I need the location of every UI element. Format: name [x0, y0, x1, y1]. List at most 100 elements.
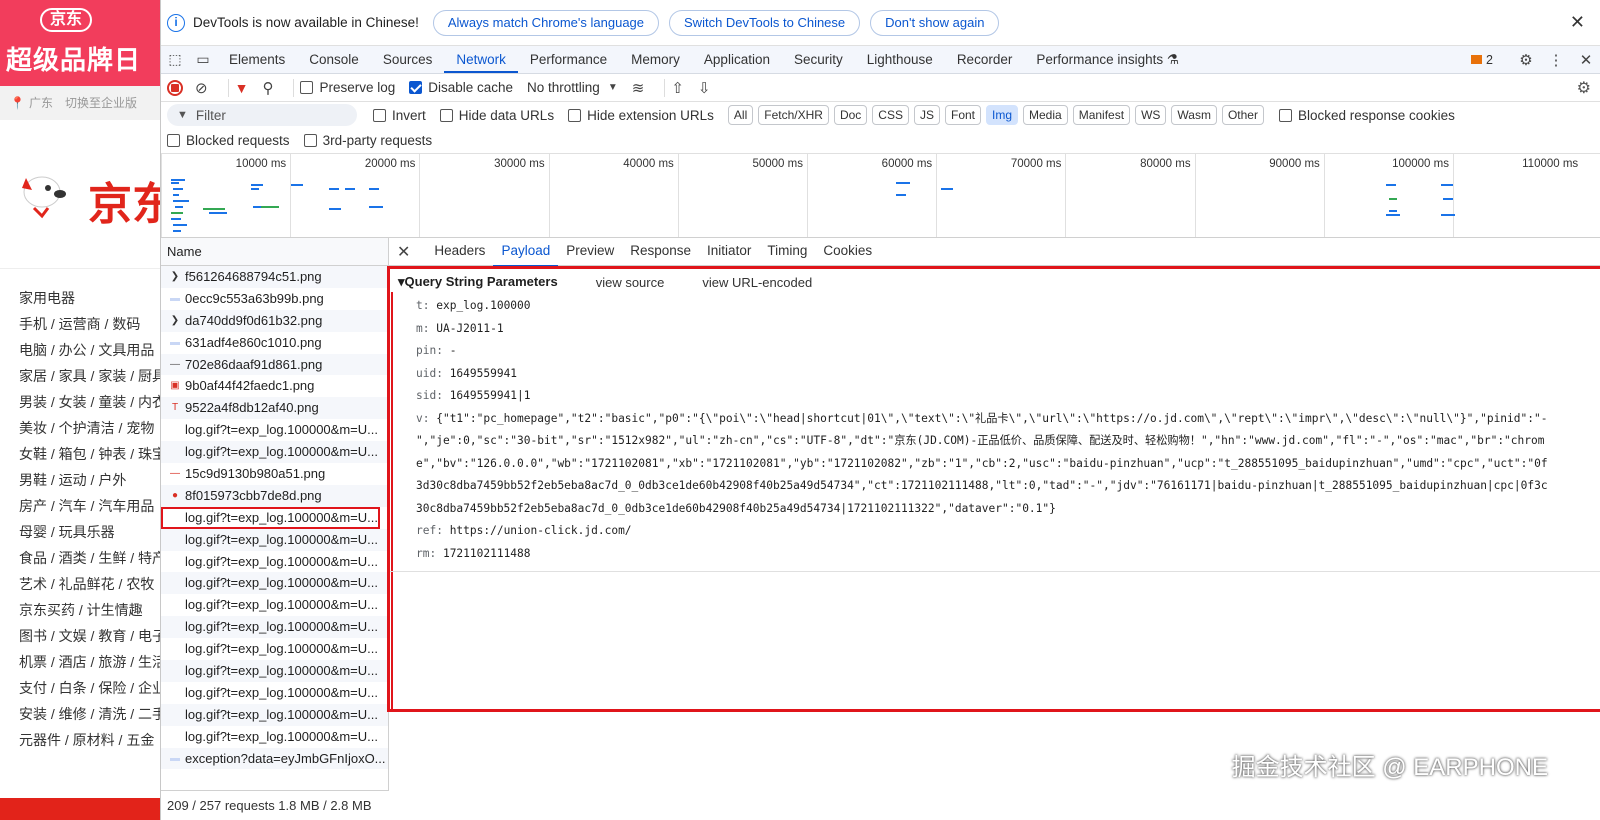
device-toolbar-icon[interactable]: ▭: [189, 46, 217, 73]
category-link[interactable]: 安装 / 维修 / 清洗 / 二手: [19, 701, 160, 727]
request-row[interactable]: log.gif?t=exp_log.100000&m=U...: [161, 528, 388, 551]
filter-chip-manifest[interactable]: Manifest: [1072, 105, 1131, 125]
disable-cache-checkbox[interactable]: Disable cache: [409, 80, 513, 95]
inspect-element-icon[interactable]: ⬚: [161, 46, 189, 73]
filter-chip-media[interactable]: Media: [1023, 105, 1068, 125]
detail-tab-timing[interactable]: Timing: [759, 237, 815, 267]
detail-tab-initiator[interactable]: Initiator: [699, 237, 759, 267]
tab-lighthouse[interactable]: Lighthouse: [855, 46, 945, 73]
filter-chip-css[interactable]: CSS: [872, 105, 909, 125]
enterprise-switch[interactable]: 切换至企业版: [65, 96, 137, 110]
detail-tab-preview[interactable]: Preview: [558, 237, 622, 267]
category-link[interactable]: 房产 / 汽车 / 汽车用品: [19, 493, 160, 519]
jd-banner[interactable]: 京东 超级品牌日: [0, 0, 160, 86]
request-row[interactable]: log.gif?t=exp_log.100000&m=U...: [161, 726, 388, 748]
detail-tab-response[interactable]: Response: [622, 237, 699, 267]
issues-badge[interactable]: 2: [1471, 53, 1493, 67]
dont-show-again-button[interactable]: Don't show again: [870, 9, 1000, 36]
jd-logo[interactable]: 京东: [0, 150, 160, 230]
more-menu-icon[interactable]: ⋮: [1541, 51, 1571, 69]
request-row[interactable]: log.gif?t=exp_log.100000&m=U...: [161, 616, 388, 639]
network-conditions-icon[interactable]: ≋: [632, 79, 645, 97]
tab-performance-insights[interactable]: Performance insights ⚗: [1024, 46, 1191, 73]
request-row[interactable]: log.gif?t=exp_log.100000&m=U...: [161, 660, 388, 682]
close-devtools-icon[interactable]: ✕: [1571, 51, 1600, 69]
request-row[interactable]: log.gif?t=exp_log.100000&m=U...: [161, 441, 388, 464]
hide-data-urls-checkbox[interactable]: Hide data URLs: [439, 108, 554, 123]
category-link[interactable]: 图书 / 文娱 / 教育 / 电子书: [19, 623, 160, 649]
tab-application[interactable]: Application: [692, 46, 782, 73]
switch-chinese-button[interactable]: Switch DevTools to Chinese: [669, 9, 861, 36]
search-icon[interactable]: ⚲: [262, 79, 273, 97]
category-link[interactable]: 家用电器: [19, 285, 160, 311]
category-link[interactable]: 母婴 / 玩具乐器: [19, 519, 160, 545]
request-row[interactable]: — 702e86daaf91d861.png: [161, 353, 388, 376]
category-link[interactable]: 男鞋 / 运动 / 户外: [19, 467, 160, 493]
tab-recorder[interactable]: Recorder: [945, 46, 1025, 73]
request-row[interactable]: ❯ da740dd9f0d61b32.png: [161, 309, 388, 332]
export-har-icon[interactable]: ⇩: [698, 79, 711, 97]
request-row[interactable]: T 9522a4f8db12af40.png: [161, 397, 388, 420]
request-row[interactable]: log.gif?t=exp_log.100000&m=U...: [161, 572, 388, 595]
tab-sources[interactable]: Sources: [371, 46, 445, 73]
blocked-cookies-checkbox[interactable]: Blocked response cookies: [1278, 108, 1455, 123]
hide-extension-urls-checkbox[interactable]: Hide extension URLs: [568, 108, 714, 123]
category-link[interactable]: 支付 / 白条 / 保险 / 企业: [19, 675, 160, 701]
filter-chip-doc[interactable]: Doc: [833, 105, 868, 125]
query-string-header[interactable]: ▾Query String Parameters view source vie…: [390, 269, 1600, 295]
record-stop-icon[interactable]: [167, 79, 183, 96]
match-language-button[interactable]: Always match Chrome's language: [432, 9, 660, 36]
tab-console[interactable]: Console: [297, 46, 371, 73]
filter-input[interactable]: ▼ Filter: [167, 104, 357, 126]
request-row[interactable]: ▬ 0ecc9c553a63b99b.png: [161, 288, 388, 310]
category-link[interactable]: 家居 / 家具 / 家装 / 厨具: [19, 363, 160, 389]
request-row[interactable]: ● 8f015973cbb7de8d.png: [161, 484, 388, 507]
category-link[interactable]: 电脑 / 办公 / 文具用品: [19, 337, 160, 363]
view-url-encoded-link[interactable]: view URL-encoded: [702, 275, 812, 290]
import-har-icon[interactable]: ⇧: [671, 79, 684, 97]
throttling-select[interactable]: No throttling: [527, 80, 600, 95]
category-link[interactable]: 女鞋 / 箱包 / 钟表 / 珠宝: [19, 441, 160, 467]
request-row[interactable]: log.gif?t=exp_log.100000&m=U...: [161, 551, 388, 573]
filter-chip-all[interactable]: All: [727, 105, 754, 125]
detail-tab-headers[interactable]: Headers: [426, 237, 493, 267]
request-row[interactable]: log.gif?t=exp_log.100000&m=U...: [161, 638, 388, 660]
category-link[interactable]: 元器件 / 原材料 / 五金: [19, 727, 160, 753]
clear-icon[interactable]: ⊘: [195, 79, 208, 97]
request-row[interactable]: ▬ exception?data=eyJmbGFnIjoxO...: [161, 747, 388, 770]
request-row[interactable]: ▣ 9b0af44f42faedc1.png: [161, 375, 388, 397]
category-link[interactable]: 艺术 / 礼品鲜花 / 农牧: [19, 571, 160, 597]
category-link[interactable]: 京东买药 / 计生情趣: [19, 597, 160, 623]
category-link[interactable]: 机票 / 酒店 / 旅游 / 生活: [19, 649, 160, 675]
filter-chip-img[interactable]: Img: [986, 105, 1019, 125]
request-row[interactable]: — 15c9d9130b980a51.png: [161, 463, 388, 485]
category-link[interactable]: 男装 / 女装 / 童装 / 内衣: [19, 389, 160, 415]
category-link[interactable]: 食品 / 酒类 / 生鲜 / 特产: [19, 545, 160, 571]
filter-chip-other[interactable]: Other: [1221, 105, 1264, 125]
settings-gear-icon[interactable]: ⚙: [1511, 51, 1541, 69]
category-link[interactable]: 美妆 / 个护清洁 / 宠物: [19, 415, 160, 441]
filter-chip-js[interactable]: JS: [913, 105, 940, 125]
filter-chip-font[interactable]: Font: [944, 105, 981, 125]
request-row[interactable]: log.gif?t=exp_log.100000&m=U...: [161, 682, 388, 704]
detail-tab-payload[interactable]: Payload: [493, 237, 559, 267]
tab-performance[interactable]: Performance: [518, 46, 619, 73]
request-row[interactable]: log.gif?t=exp_log.100000&m=U...: [161, 594, 388, 616]
detail-tab-cookies[interactable]: Cookies: [815, 237, 880, 267]
close-detail-icon[interactable]: ✕: [397, 242, 410, 262]
tab-security[interactable]: Security: [782, 46, 855, 73]
category-link[interactable]: 手机 / 运营商 / 数码: [19, 311, 160, 337]
chevron-down-icon[interactable]: ▼: [608, 82, 618, 93]
request-row[interactable]: ❯ f561264688794c51.png: [161, 266, 388, 288]
blocked-requests-checkbox[interactable]: Blocked requests: [167, 133, 290, 148]
network-settings-gear-icon[interactable]: ⚙: [1577, 78, 1591, 98]
location-text[interactable]: 广东: [29, 96, 53, 110]
filter-chip-fetch-xhr[interactable]: Fetch/XHR: [758, 105, 829, 125]
invert-checkbox[interactable]: Invert: [373, 108, 426, 123]
tab-elements[interactable]: Elements: [217, 46, 297, 73]
filter-chip-wasm[interactable]: Wasm: [1171, 105, 1217, 125]
filter-funnel-icon[interactable]: ▼: [235, 80, 249, 96]
network-overview-timeline[interactable]: 10000 ms 20000 ms 30000 ms 40000 ms 50000 ms…: [161, 154, 1600, 238]
close-icon[interactable]: ✕: [1570, 12, 1585, 33]
request-row[interactable]: ▬ 631adf4e860c1010.png: [161, 332, 388, 354]
